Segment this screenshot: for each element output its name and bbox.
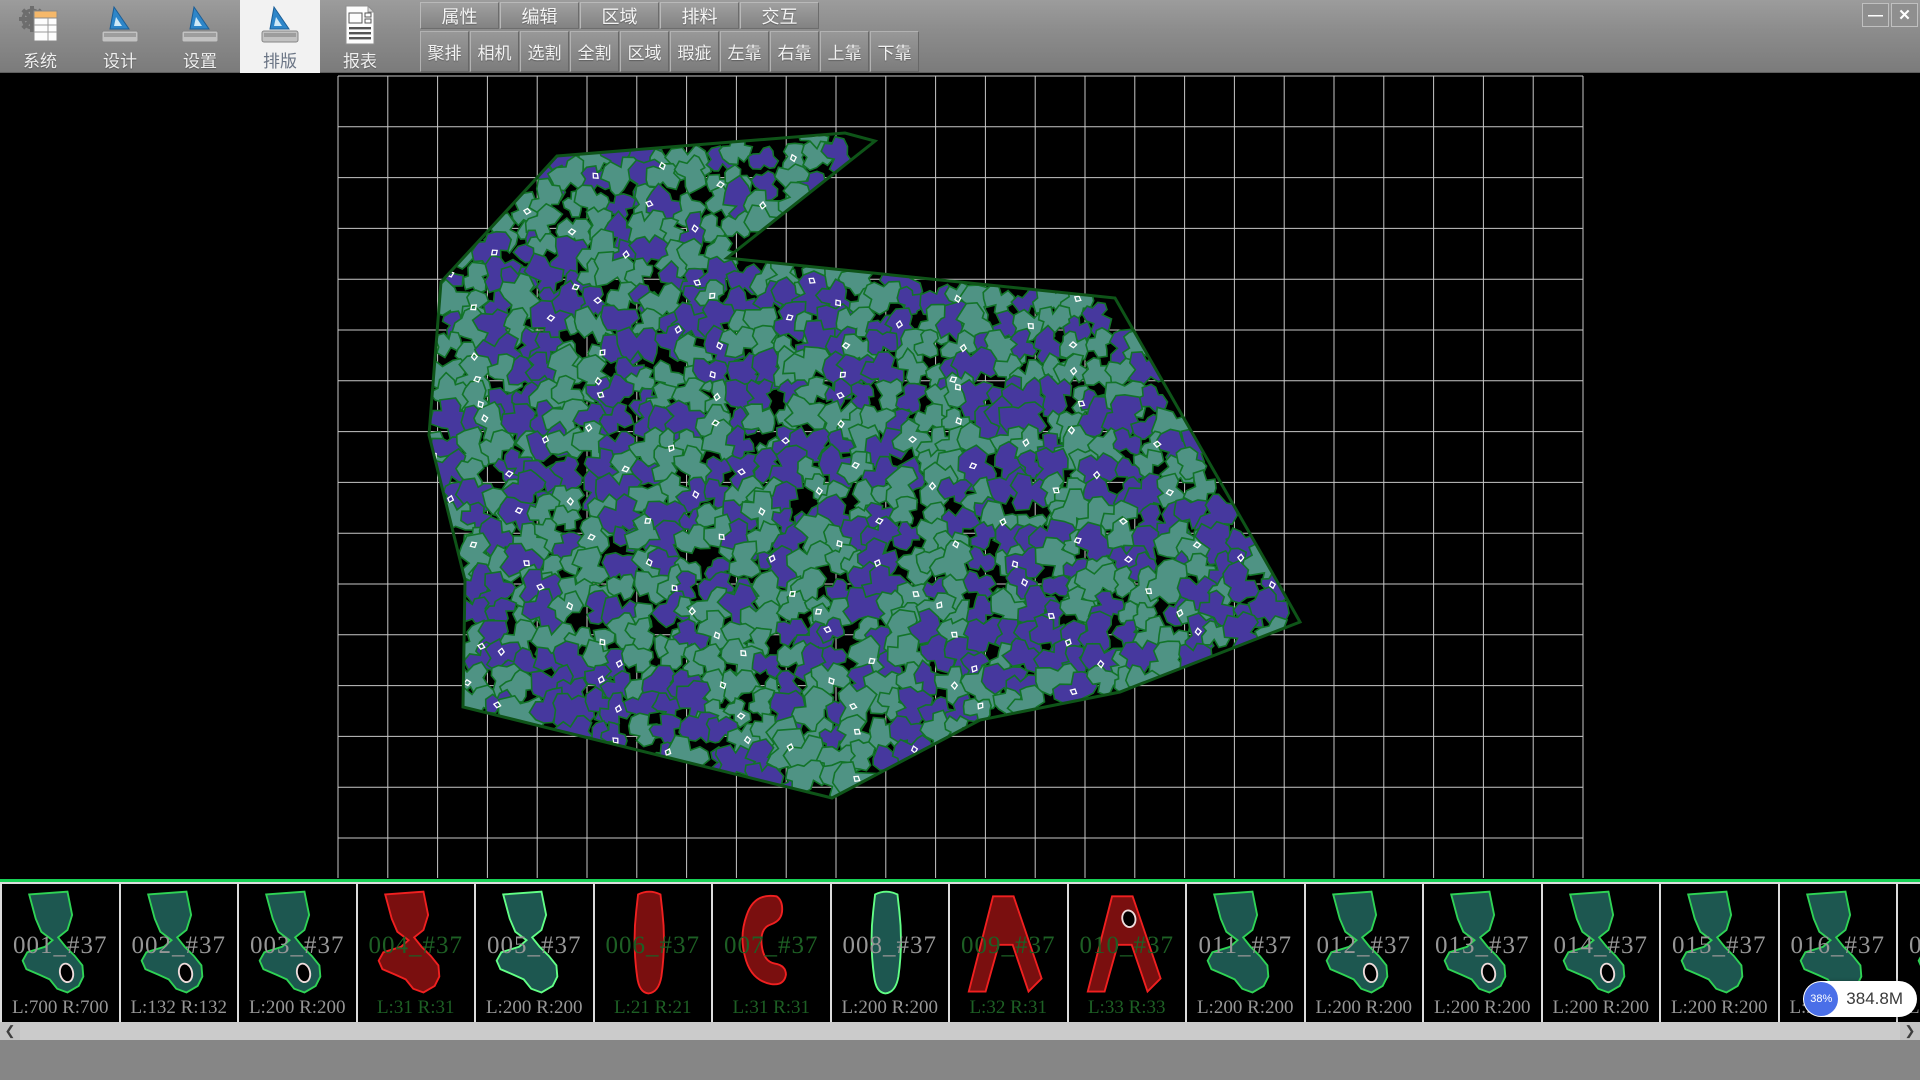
piece-id-label: 011_#37 — [1187, 932, 1304, 960]
tool-button-snap-left[interactable]: 左靠 — [720, 31, 769, 72]
piece-lr-count: L:132 R:132 — [121, 997, 238, 1019]
piece-id-label: 003_#37 — [239, 932, 356, 960]
piece-lr-count: L:200 R:200 — [1661, 997, 1778, 1019]
piece-thumbnail-010_#37[interactable]: 010_#37 L:33 R:33 — [1069, 882, 1188, 1022]
tool-button-camera[interactable]: 相机 — [470, 31, 519, 72]
app-button-label: 报表 — [343, 47, 377, 72]
piece-thumbnail-005_#37[interactable]: 005_#37 L:200 R:200 — [476, 882, 595, 1022]
piece-id-label: 001_#37 — [2, 932, 119, 960]
app-button-label: 设置 — [183, 47, 217, 72]
tool-button-cut-all[interactable]: 全割 — [570, 31, 619, 72]
scroll-right-arrow-icon[interactable]: ❯ — [1900, 1022, 1920, 1040]
piece-lr-count: L:32 R:31 — [950, 997, 1067, 1019]
piece-lr-count: L:200 R:200 — [1543, 997, 1660, 1019]
piece-lr-count: L:21 R:21 — [595, 997, 712, 1019]
piece-thumbnail-008_#37[interactable]: 008_#37 L:200 R:200 — [832, 882, 951, 1022]
piece-lr-count: L:31 R:31 — [713, 997, 830, 1019]
tool-button-snap-up[interactable]: 上靠 — [820, 31, 869, 72]
app-button-settings[interactable]: 设置 — [160, 0, 240, 73]
usage-percent-indicator: 38% — [1804, 982, 1838, 1016]
app-button-label: 排版 — [263, 47, 297, 72]
piece-id-label: 005_#37 — [476, 932, 593, 960]
piece-thumbnail-004_#37[interactable]: 004_#37 L:31 R:31 — [358, 882, 477, 1022]
tool-button-cluster-nest[interactable]: 聚排 — [420, 31, 469, 72]
menu-bar: 属性编辑区域排料交互 — [420, 2, 820, 30]
menu-item-edit[interactable]: 编辑 — [500, 2, 579, 29]
piece-lr-count: L:200 R:200 — [1187, 997, 1304, 1019]
title-bar: 系统 设计 设置 排版 报表 属性编辑区域排料交互 聚排相机选割全割区域瑕疵左靠… — [0, 0, 1920, 73]
piece-id-label: 010_#37 — [1069, 932, 1186, 960]
app-button-report[interactable]: 报表 — [320, 0, 400, 73]
close-button[interactable]: ✕ — [1891, 3, 1918, 27]
piece-id-label: 008_#37 — [832, 932, 949, 960]
piece-thumbnail-011_#37[interactable]: 011_#37 L:200 R:200 — [1187, 882, 1306, 1022]
app-toolbar: 系统 设计 设置 排版 报表 — [0, 0, 400, 73]
piece-thumbnail-002_#37[interactable]: 002_#37 L:132 R:132 — [121, 882, 240, 1022]
piece-lr-count: L:31 R:31 — [358, 997, 475, 1019]
menu-item-properties[interactable]: 属性 — [420, 2, 499, 29]
piece-lr-count: L:200 R:200 — [476, 997, 593, 1019]
piece-thumbnail-001_#37[interactable]: 001_#37 L:700 R:700 — [0, 882, 121, 1022]
menu-item-region[interactable]: 区域 — [580, 2, 659, 29]
ruler-icon — [177, 2, 223, 48]
tool-button-defect[interactable]: 瑕疵 — [670, 31, 719, 72]
piece-thumbnail-015_#37[interactable]: 015_#37 L:200 R:200 — [1661, 882, 1780, 1022]
tool-bar: 聚排相机选割全割区域瑕疵左靠右靠上靠下靠 — [420, 31, 920, 72]
piece-thumbnail-strip: 001_#37 L:700 R:700 002_#37 L:132 R:132 00… — [0, 879, 1920, 1022]
system-icon — [17, 2, 63, 48]
piece-lr-count: L:200 R:200 — [239, 997, 356, 1019]
piece-lr-count: L:200 R:200 — [1424, 997, 1541, 1019]
app-button-label: 设计 — [103, 47, 137, 72]
piece-thumbnail-012_#37[interactable]: 012_#37 L:200 R:200 — [1306, 882, 1425, 1022]
app-button-system[interactable]: 系统 — [0, 0, 80, 73]
piece-id-label: 004_#37 — [358, 932, 475, 960]
piece-id-label: 007_#37 — [713, 932, 830, 960]
piece-thumbnail-007_#37[interactable]: 007_#37 L:31 R:31 — [713, 882, 832, 1022]
piece-lr-count: L:33 R:33 — [1069, 997, 1186, 1019]
tool-button-snap-right[interactable]: 右靠 — [770, 31, 819, 72]
ruler-icon — [257, 2, 303, 48]
piece-id-label: 013_#37 — [1424, 932, 1541, 960]
app-button-nesting[interactable]: 排版 — [240, 0, 320, 73]
piece-thumbnail-013_#37[interactable]: 013_#37 L:200 R:200 — [1424, 882, 1543, 1022]
memory-usage-badge: 38% 384.8M — [1803, 981, 1917, 1017]
piece-id-label: 015_#37 — [1661, 932, 1778, 960]
nesting-canvas[interactable] — [0, 73, 1920, 879]
report-icon — [337, 2, 383, 48]
app-button-design[interactable]: 设计 — [80, 0, 160, 73]
piece-id-label: 006_#37 — [595, 932, 712, 960]
menu-item-nest[interactable]: 排料 — [660, 2, 739, 29]
piece-id-label: 016_#37 — [1780, 932, 1897, 960]
piece-lr-count: L:200 R:200 — [1306, 997, 1423, 1019]
horizontal-scrollbar[interactable]: ❮ ❯ — [0, 1022, 1920, 1040]
status-bar — [0, 1040, 1920, 1080]
tool-button-select-cut[interactable]: 选割 — [520, 31, 569, 72]
minimize-button[interactable]: — — [1862, 3, 1889, 27]
piece-id-label: 009_#37 — [950, 932, 1067, 960]
piece-thumbnail-009_#37[interactable]: 009_#37 L:32 R:31 — [950, 882, 1069, 1022]
piece-thumbnail-014_#37[interactable]: 014_#37 L:200 R:200 — [1543, 882, 1662, 1022]
app-button-label: 系统 — [23, 47, 57, 72]
menu-item-interact[interactable]: 交互 — [740, 2, 819, 29]
piece-lr-count: L:700 R:700 — [2, 997, 119, 1019]
tool-button-region[interactable]: 区域 — [620, 31, 669, 72]
scroll-left-arrow-icon[interactable]: ❮ — [0, 1022, 20, 1040]
memory-value: 384.8M — [1846, 989, 1903, 1009]
piece-thumbnail-003_#37[interactable]: 003_#37 L:200 R:200 — [239, 882, 358, 1022]
piece-lr-count: L:200 R:200 — [832, 997, 949, 1019]
piece-id-label: 014_#37 — [1543, 932, 1660, 960]
tool-button-snap-down[interactable]: 下靠 — [870, 31, 919, 72]
piece-id-label: 012_#37 — [1306, 932, 1423, 960]
piece-id-label: 017_#37 — [1898, 932, 1920, 960]
ruler-icon — [97, 2, 143, 48]
canvas-svg — [0, 73, 1920, 879]
piece-id-label: 002_#37 — [121, 932, 238, 960]
window-controls: — ✕ — [1860, 3, 1918, 27]
piece-thumbnail-006_#37[interactable]: 006_#37 L:21 R:21 — [595, 882, 714, 1022]
